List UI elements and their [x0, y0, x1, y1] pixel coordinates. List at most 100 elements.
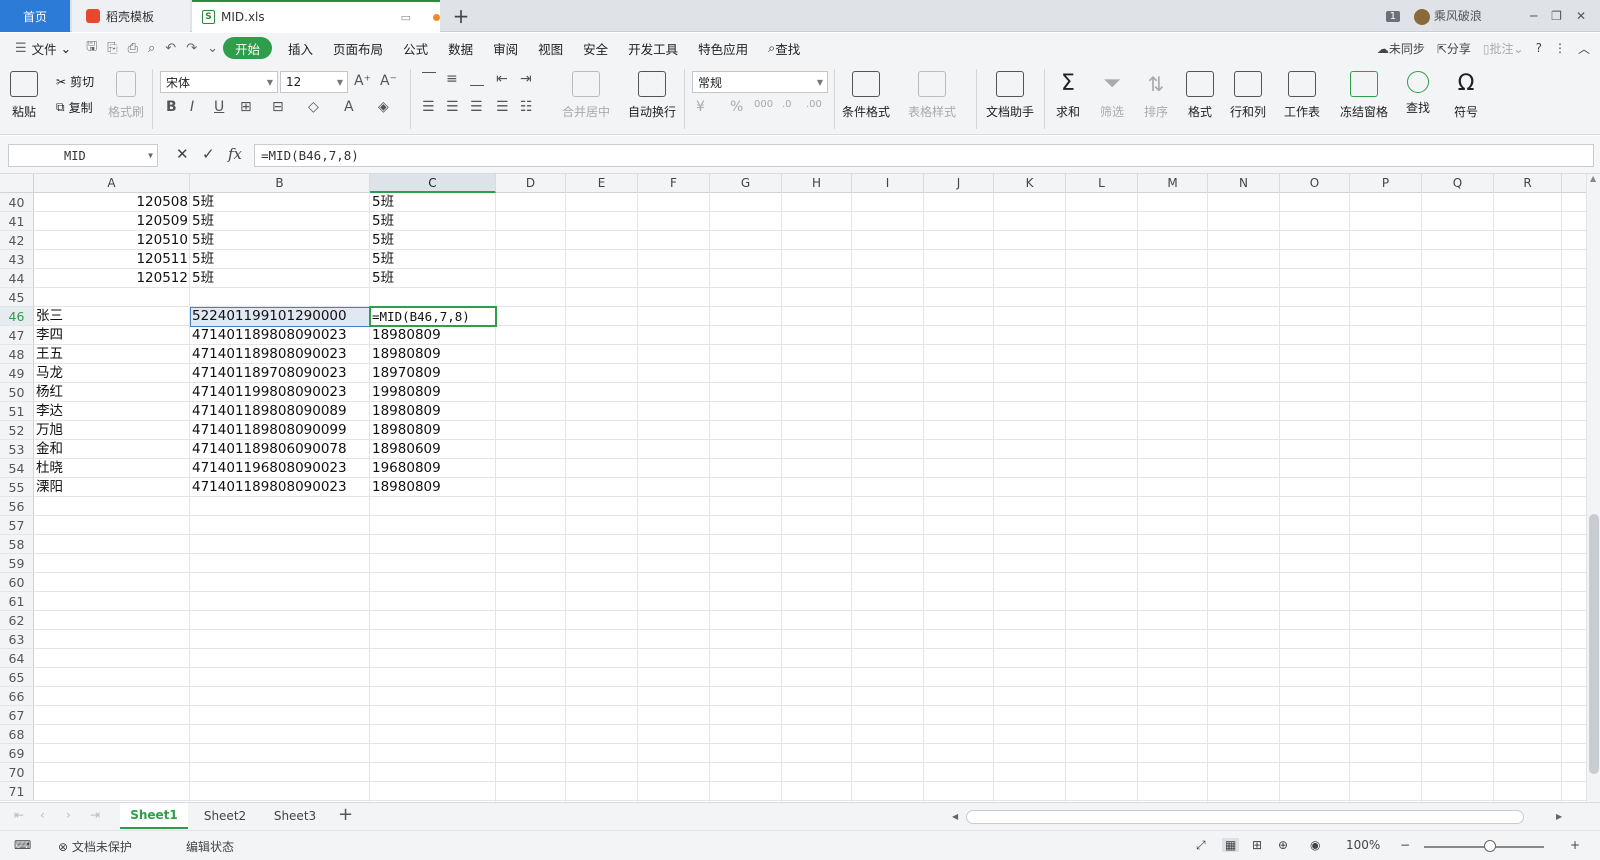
- cancel-icon[interactable]: ✕: [176, 145, 189, 163]
- conditional-format-button[interactable]: 条件格式: [842, 71, 890, 120]
- cell-a55[interactable]: 溧阳: [34, 478, 190, 497]
- help-icon[interactable]: ?: [1536, 41, 1542, 55]
- cell-a40[interactable]: 120508: [34, 193, 190, 212]
- close-icon[interactable]: ✕: [1576, 9, 1586, 23]
- cell-a53[interactable]: 金和: [34, 440, 190, 459]
- column-header-l[interactable]: L: [1066, 174, 1138, 193]
- column-header-e[interactable]: E: [566, 174, 638, 193]
- user-account[interactable]: 乘风破浪: [1414, 7, 1482, 25]
- protect-status[interactable]: ⊗ 文档未保护: [58, 838, 132, 855]
- row-header-49[interactable]: 49: [0, 364, 34, 383]
- underline-icon[interactable]: U: [214, 99, 224, 115]
- number-format-select[interactable]: 常规 ▼: [692, 71, 828, 93]
- new-tab-button[interactable]: +: [444, 0, 478, 32]
- row-header-53[interactable]: 53: [0, 440, 34, 459]
- align-left-icon[interactable]: ☰: [422, 99, 435, 115]
- align-middle-icon[interactable]: ≡: [446, 71, 458, 87]
- row-header-43[interactable]: 43: [0, 250, 34, 269]
- normal-view-icon[interactable]: ▦: [1222, 838, 1240, 852]
- tab-home-ribbon[interactable]: 开始: [223, 37, 273, 59]
- distributed-icon[interactable]: ☷: [520, 99, 533, 115]
- share-button[interactable]: ⇱分享: [1437, 40, 1471, 57]
- row-header-48[interactable]: 48: [0, 345, 34, 364]
- clear-icon[interactable]: ◈: [378, 99, 389, 115]
- column-header-q[interactable]: Q: [1422, 174, 1494, 193]
- cell-b47[interactable]: 471401189808090023: [190, 326, 370, 345]
- column-header-j[interactable]: J: [924, 174, 994, 193]
- row-header-47[interactable]: 47: [0, 326, 34, 345]
- add-sheet-icon[interactable]: +: [338, 804, 353, 825]
- undo-icon[interactable]: ↶: [160, 41, 181, 56]
- row-header-45[interactable]: 45: [0, 288, 34, 307]
- paste-button[interactable]: 粘贴: [10, 71, 38, 120]
- sum-button[interactable]: Σ 求和: [1054, 71, 1082, 120]
- tab-data[interactable]: 数据: [438, 37, 483, 59]
- row-header-51[interactable]: 51: [0, 402, 34, 421]
- cell-a52[interactable]: 万旭: [34, 421, 190, 440]
- freeze-panes-button[interactable]: 冻结窗格: [1340, 71, 1388, 120]
- save-icon[interactable]: 🖫: [81, 37, 102, 59]
- page-layout-icon[interactable]: ⊞: [1252, 838, 1262, 852]
- tab-view[interactable]: 视图: [528, 37, 573, 59]
- name-box[interactable]: MID ▼: [8, 144, 158, 167]
- table-style-button[interactable]: 表格样式: [908, 71, 956, 120]
- align-top-icon[interactable]: ⎺: [422, 71, 436, 87]
- cell-c53[interactable]: 18980609: [370, 440, 496, 459]
- zoom-in-icon[interactable]: +: [1570, 838, 1580, 852]
- minimize-icon[interactable]: ─: [1530, 9, 1537, 23]
- cell-b55[interactable]: 471401189808090023: [190, 478, 370, 497]
- export-icon[interactable]: ⎘: [102, 41, 122, 56]
- comment-button[interactable]: ▯批注⌄: [1483, 40, 1524, 57]
- format-button[interactable]: 格式: [1186, 71, 1214, 120]
- page-break-icon[interactable]: ⊕: [1278, 838, 1288, 852]
- customize-icon[interactable]: ⌄: [202, 41, 223, 56]
- cell-c47[interactable]: 18980809: [370, 326, 496, 345]
- cell-c54[interactable]: 19680809: [370, 459, 496, 478]
- sheet-tab-1[interactable]: Sheet1: [120, 803, 188, 829]
- print-icon[interactable]: ⎙: [123, 41, 143, 56]
- collapse-ribbon-icon[interactable]: ︿: [1578, 40, 1590, 57]
- row-header-54[interactable]: 54: [0, 459, 34, 478]
- cell-a44[interactable]: 120512: [34, 269, 190, 288]
- cell-a42[interactable]: 120510: [34, 231, 190, 250]
- decrease-decimal-icon[interactable]: .00: [806, 99, 822, 110]
- copy-button[interactable]: ⧉ 复制: [56, 99, 93, 116]
- cell-c55[interactable]: 18980809: [370, 478, 496, 497]
- row-header-60[interactable]: 60: [0, 573, 34, 592]
- tab-security[interactable]: 安全: [573, 37, 618, 59]
- row-header-52[interactable]: 52: [0, 421, 34, 440]
- font-size-select[interactable]: 12 ▼: [280, 71, 348, 93]
- zoom-level[interactable]: 100%: [1346, 838, 1380, 852]
- cell-b43[interactable]: 5班: [190, 250, 370, 269]
- cell-b48[interactable]: 471401189808090023: [190, 345, 370, 364]
- tab-home[interactable]: 首页: [0, 0, 70, 32]
- worksheet-button[interactable]: 工作表: [1284, 71, 1320, 120]
- horizontal-scrollbar[interactable]: [966, 810, 1524, 824]
- tab-templates[interactable]: 稻壳模板: [72, 0, 190, 32]
- fill-color-icon[interactable]: ◇: [308, 99, 319, 115]
- select-all-corner[interactable]: [0, 174, 34, 193]
- sheet-tab-3[interactable]: Sheet3: [262, 803, 328, 829]
- sort-button[interactable]: ⇅ 排序: [1142, 71, 1170, 120]
- column-header-r[interactable]: R: [1494, 174, 1562, 193]
- print-preview-icon[interactable]: ⌕: [143, 41, 160, 56]
- tab-formulas[interactable]: 公式: [393, 37, 438, 59]
- cell-c42[interactable]: 5班: [370, 231, 496, 250]
- row-header-55[interactable]: 55: [0, 478, 34, 497]
- cell-c46[interactable]: =MID(B46,7,8): [370, 307, 496, 326]
- cell-a48[interactable]: 王五: [34, 345, 190, 364]
- tab-page-layout[interactable]: 页面布局: [323, 37, 393, 59]
- increase-font-icon[interactable]: A⁺: [354, 73, 371, 89]
- search-command[interactable]: ⌕ 查找: [758, 37, 810, 59]
- column-header-k[interactable]: K: [994, 174, 1066, 193]
- row-header-61[interactable]: 61: [0, 592, 34, 611]
- row-header-46[interactable]: 46: [0, 307, 34, 326]
- sheet-tab-2[interactable]: Sheet2: [192, 803, 258, 829]
- scroll-up-icon[interactable]: ▲: [1590, 174, 1596, 183]
- column-header-o[interactable]: O: [1280, 174, 1350, 193]
- cell-c52[interactable]: 18980809: [370, 421, 496, 440]
- column-header-p[interactable]: P: [1350, 174, 1422, 193]
- column-header-f[interactable]: F: [638, 174, 710, 193]
- restore-icon[interactable]: ❐: [1551, 9, 1562, 23]
- row-header-68[interactable]: 68: [0, 725, 34, 744]
